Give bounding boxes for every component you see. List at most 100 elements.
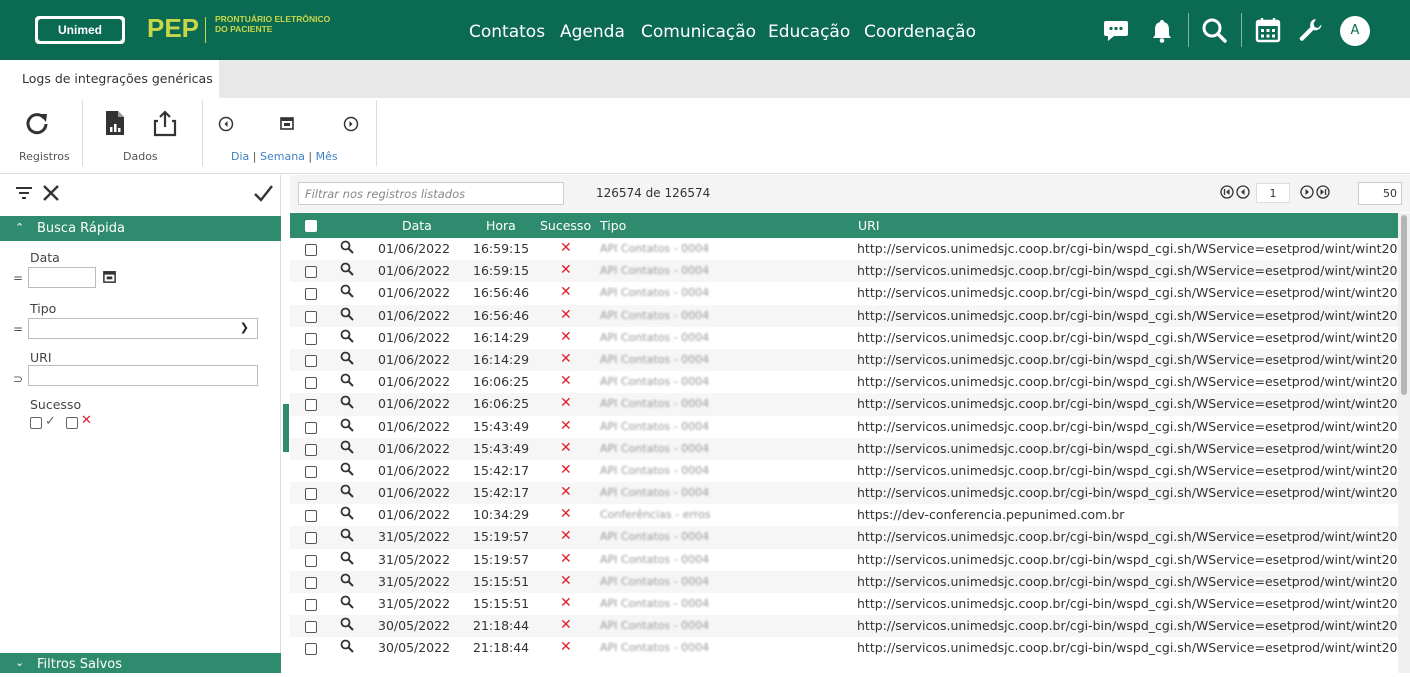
- sucesso-true-checkbox[interactable]: [30, 417, 42, 429]
- view-record-icon[interactable]: [340, 395, 354, 412]
- nav-educacao[interactable]: Educação: [768, 0, 850, 60]
- data-input[interactable]: [28, 267, 96, 288]
- row-checkbox[interactable]: [305, 332, 317, 345]
- select-all-checkbox[interactable]: [305, 220, 317, 232]
- view-record-icon[interactable]: [340, 573, 354, 590]
- view-record-icon[interactable]: [340, 262, 354, 279]
- filtros-salvos-header[interactable]: ⌄ Filtros Salvos: [0, 653, 281, 673]
- row-checkbox[interactable]: [305, 576, 317, 589]
- row-checkbox[interactable]: [305, 310, 317, 323]
- table-row[interactable]: 01/06/2022 16:56:46 ✕ API Contatos - 0004 ht…: [290, 282, 1398, 304]
- nav-contatos[interactable]: Contatos: [469, 0, 545, 60]
- table-row[interactable]: 31/05/2022 15:19:57 ✕ API Contatos - 0004 ht…: [290, 549, 1398, 571]
- view-record-icon[interactable]: [340, 595, 354, 612]
- table-row[interactable]: 01/06/2022 15:42:17 ✕ API Contatos - 0004 ht…: [290, 460, 1398, 482]
- view-record-icon[interactable]: [340, 551, 354, 568]
- column-header-uri[interactable]: URI: [858, 218, 880, 233]
- grid-scrollbar[interactable]: [1398, 213, 1410, 673]
- table-row[interactable]: 01/06/2022 16:59:15 ✕ API Contatos - 0004 ht…: [290, 238, 1398, 260]
- chat-icon[interactable]: [1101, 15, 1131, 45]
- table-row[interactable]: 01/06/2022 10:34:29 ✕ Conferências - erros h…: [290, 504, 1398, 526]
- view-record-icon[interactable]: [340, 639, 354, 656]
- tipo-select[interactable]: ❯: [28, 318, 258, 339]
- report-icon[interactable]: [104, 109, 126, 140]
- row-checkbox[interactable]: [305, 599, 317, 611]
- table-row[interactable]: 30/05/2022 21:18:44 ✕ API Contatos - 0004 ht…: [290, 637, 1398, 659]
- calendar-icon[interactable]: [1253, 15, 1283, 45]
- calendar-period-icon[interactable]: [279, 115, 295, 134]
- view-record-icon[interactable]: [340, 506, 354, 523]
- view-record-icon[interactable]: [340, 329, 354, 346]
- user-avatar[interactable]: A: [1340, 16, 1370, 46]
- view-record-icon[interactable]: [340, 617, 354, 634]
- search-icon[interactable]: [1199, 15, 1229, 45]
- sucesso-false-checkbox[interactable]: [66, 417, 78, 429]
- period-mes[interactable]: Mês: [316, 150, 338, 163]
- row-checkbox[interactable]: [305, 465, 317, 478]
- column-header-hora[interactable]: Hora: [486, 218, 516, 233]
- table-row[interactable]: 01/06/2022 16:06:25 ✕ API Contatos - 0004 ht…: [290, 371, 1398, 393]
- row-checkbox[interactable]: [305, 266, 317, 279]
- view-record-icon[interactable]: [340, 307, 354, 324]
- table-row[interactable]: 01/06/2022 16:14:29 ✕ API Contatos - 0004 ht…: [290, 348, 1398, 372]
- filter-icon[interactable]: [14, 183, 34, 206]
- table-row[interactable]: 30/05/2022 21:18:44 ✕ API Contatos - 0004 ht…: [290, 615, 1398, 638]
- view-record-icon[interactable]: [340, 240, 354, 257]
- row-checkbox[interactable]: [305, 288, 317, 301]
- grid-scrollbar-thumb[interactable]: [1401, 215, 1407, 395]
- row-checkbox[interactable]: [305, 621, 317, 634]
- table-row[interactable]: 31/05/2022 15:15:51 ✕ API Contatos - 0004 ht…: [290, 593, 1398, 615]
- nav-coordenacao[interactable]: Coordenação: [864, 0, 976, 60]
- bell-icon[interactable]: [1147, 15, 1177, 45]
- clear-filter-icon[interactable]: [40, 182, 62, 207]
- table-row[interactable]: 01/06/2022 16:59:15 ✕ API Contatos - 0004 ht…: [290, 260, 1398, 283]
- nav-comunicacao[interactable]: Comunicação: [641, 0, 756, 60]
- row-checkbox[interactable]: [305, 532, 317, 545]
- export-icon[interactable]: [152, 109, 178, 140]
- grid-filter-input[interactable]: Filtrar nos registros listados: [298, 182, 564, 205]
- previous-page-icon[interactable]: [1236, 185, 1250, 202]
- previous-period-icon[interactable]: [218, 116, 234, 135]
- first-page-icon[interactable]: [1220, 185, 1234, 202]
- column-header-data[interactable]: Data: [402, 218, 432, 233]
- busca-rapida-header[interactable]: ⌃ Busca Rápida: [0, 216, 281, 241]
- next-period-icon[interactable]: [343, 116, 359, 135]
- uri-input[interactable]: [28, 365, 258, 386]
- table-row[interactable]: 01/06/2022 15:43:49 ✕ API Contatos - 0004 ht…: [290, 416, 1398, 438]
- view-record-icon[interactable]: [340, 528, 354, 545]
- row-checkbox[interactable]: [305, 554, 317, 567]
- date-picker-icon[interactable]: [102, 269, 117, 287]
- view-record-icon[interactable]: [340, 373, 354, 390]
- next-page-icon[interactable]: [1300, 185, 1314, 202]
- row-checkbox[interactable]: [305, 377, 317, 390]
- view-record-icon[interactable]: [340, 440, 354, 457]
- table-row[interactable]: 01/06/2022 16:56:46 ✕ API Contatos - 0004 ht…: [290, 304, 1398, 327]
- view-record-icon[interactable]: [340, 462, 354, 479]
- period-dia[interactable]: Dia: [231, 150, 249, 163]
- unimed-logo[interactable]: Unimed: [35, 16, 125, 44]
- table-row[interactable]: 31/05/2022 15:19:57 ✕ API Contatos - 0004 ht…: [290, 526, 1398, 549]
- panel-resize-handle[interactable]: [283, 404, 289, 452]
- view-record-icon[interactable]: [340, 418, 354, 435]
- row-checkbox[interactable]: [305, 643, 317, 656]
- table-row[interactable]: 01/06/2022 16:14:29 ✕ API Contatos - 0004 ht…: [290, 327, 1398, 349]
- row-checkbox[interactable]: [305, 488, 317, 501]
- column-header-tipo[interactable]: Tipo: [600, 218, 626, 233]
- table-row[interactable]: 31/05/2022 15:15:51 ✕ API Contatos - 0004 ht…: [290, 570, 1398, 593]
- table-row[interactable]: 01/06/2022 15:42:17 ✕ API Contatos - 0004 ht…: [290, 482, 1398, 505]
- table-row[interactable]: 01/06/2022 15:43:49 ✕ API Contatos - 0004 ht…: [290, 437, 1398, 460]
- period-semana[interactable]: Semana: [260, 150, 305, 163]
- tab-logs-integracoes[interactable]: Logs de integrações genéricas: [0, 60, 219, 98]
- row-checkbox[interactable]: [305, 244, 317, 256]
- page-number-input[interactable]: 1: [1256, 183, 1290, 203]
- view-record-icon[interactable]: [340, 351, 354, 368]
- view-record-icon[interactable]: [340, 284, 354, 301]
- column-header-sucesso[interactable]: Sucesso: [540, 218, 591, 233]
- row-checkbox[interactable]: [305, 354, 317, 367]
- refresh-icon[interactable]: [24, 110, 50, 139]
- page-size-input[interactable]: 50: [1358, 182, 1402, 205]
- row-checkbox[interactable]: [305, 443, 317, 456]
- view-record-icon[interactable]: [340, 484, 354, 501]
- row-checkbox[interactable]: [305, 510, 317, 523]
- row-checkbox[interactable]: [305, 421, 317, 434]
